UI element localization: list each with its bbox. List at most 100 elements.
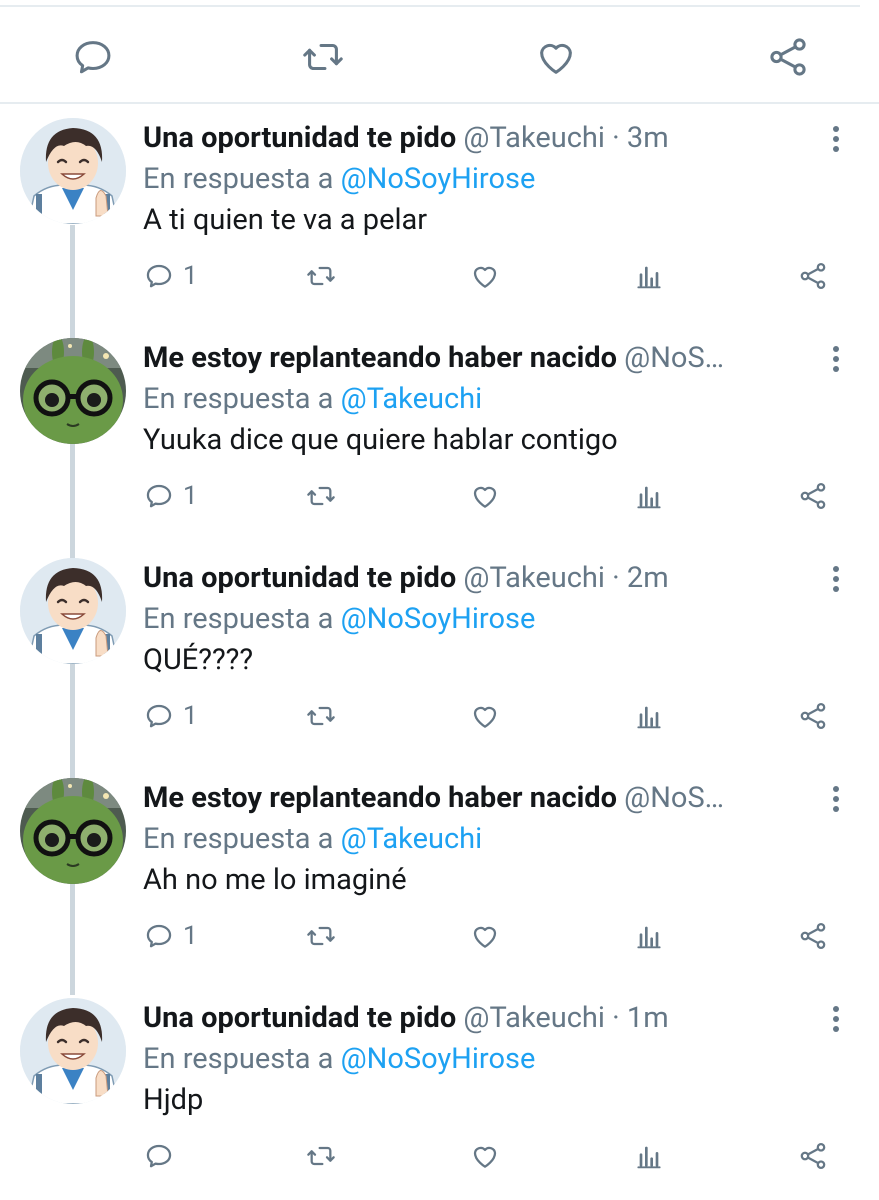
share-button[interactable] — [797, 256, 829, 296]
tweet-text: Yuuka dice que quiere hablar contigo — [143, 423, 618, 457]
avatar[interactable] — [20, 338, 126, 444]
reply-button[interactable]: 1 — [143, 696, 198, 736]
reply-mention-link[interactable]: @Takeuchi — [341, 382, 483, 416]
like-button[interactable] — [469, 916, 501, 956]
reply-mention-link[interactable]: @Takeuchi — [341, 822, 483, 856]
like-icon — [473, 1146, 497, 1168]
reply-prefix-label: En respuesta a — [143, 382, 341, 416]
retweet-button[interactable] — [305, 476, 337, 516]
analytics-button[interactable] — [633, 916, 665, 956]
like-button[interactable] — [469, 256, 501, 296]
avatar[interactable] — [20, 778, 126, 884]
timestamp[interactable]: 2m — [627, 561, 669, 595]
reply-icon[interactable] — [70, 34, 116, 80]
like-icon[interactable] — [533, 34, 579, 80]
timestamp[interactable]: 1m — [627, 1001, 669, 1035]
user-handle[interactable]: @Takeuchi — [463, 561, 605, 595]
reply-tweet[interactable]: Una oportunidad te pido @Takeuchi · 1m E… — [0, 984, 879, 1200]
retweet-button[interactable] — [305, 696, 337, 736]
analytics-button[interactable] — [633, 1136, 665, 1176]
retweet-icon — [307, 706, 335, 726]
time-separator: · — [612, 121, 620, 155]
tweet-action-bar: 1 — [0, 696, 879, 736]
user-handle[interactable]: @Takeuchi — [463, 121, 605, 155]
reply-icon — [146, 264, 172, 288]
share-icon — [800, 702, 826, 730]
reply-tweet[interactable]: Una oportunidad te pido @Takeuchi · 3m E… — [0, 104, 879, 324]
like-button[interactable] — [469, 1136, 501, 1176]
avatar[interactable] — [20, 118, 126, 224]
more-options-icon[interactable] — [825, 786, 847, 820]
like-button[interactable] — [469, 696, 501, 736]
top-divider — [0, 5, 860, 7]
reply-tweet[interactable]: Me estoy replanteando haber nacido @NoS…… — [0, 324, 879, 544]
share-button[interactable] — [797, 916, 829, 956]
user-handle[interactable]: @Takeuchi — [463, 1001, 605, 1035]
reply-mention-link[interactable]: @NoSoyHirose — [341, 162, 536, 196]
reply-button[interactable]: 1 — [143, 916, 198, 956]
tweet-text: Ah no me lo imaginé — [143, 863, 407, 897]
reply-icon — [146, 704, 172, 728]
avatar[interactable] — [20, 998, 126, 1104]
reply-count: 1 — [183, 481, 198, 511]
retweet-icon — [307, 1146, 335, 1166]
tweet-header: Una oportunidad te pido @Takeuchi · 3m — [143, 118, 823, 158]
tweet-action-bar: 1 — [0, 916, 879, 956]
retweet-button[interactable] — [305, 256, 337, 296]
display-name[interactable]: Me estoy replanteando haber nacido — [143, 781, 617, 815]
reply-icon — [146, 1144, 172, 1168]
analytics-icon — [637, 266, 661, 289]
reply-prefix-label: En respuesta a — [143, 602, 341, 636]
like-icon — [473, 266, 497, 288]
share-button[interactable] — [797, 1136, 829, 1176]
more-options-icon[interactable] — [825, 346, 847, 380]
anime-boy-avatar-art — [20, 118, 126, 224]
reply-mention-link[interactable]: @NoSoyHirose — [341, 1042, 536, 1076]
reply-count: 1 — [183, 261, 198, 291]
tweet-action-bar — [0, 1136, 879, 1176]
retweet-button[interactable] — [305, 1136, 337, 1176]
reply-context: En respuesta a @Takeuchi — [143, 820, 482, 858]
reply-tweet[interactable]: Me estoy replanteando haber nacido @NoS…… — [0, 764, 879, 984]
reply-button[interactable] — [143, 1136, 183, 1176]
display-name[interactable]: Una oportunidad te pido — [143, 121, 456, 155]
analytics-icon — [637, 486, 661, 509]
analytics-icon — [637, 926, 661, 949]
analytics-button[interactable] — [633, 696, 665, 736]
more-options-icon[interactable] — [825, 126, 847, 160]
reply-prefix-label: En respuesta a — [143, 1042, 341, 1076]
retweet-button[interactable] — [305, 916, 337, 956]
user-handle[interactable]: @NoS… — [624, 341, 724, 375]
like-button[interactable] — [469, 476, 501, 516]
display-name[interactable]: Una oportunidad te pido — [143, 1001, 456, 1035]
reply-count: 1 — [183, 701, 198, 731]
tweet-header: Una oportunidad te pido @Takeuchi · 2m — [143, 558, 823, 598]
share-icon[interactable] — [765, 34, 811, 80]
reply-mention-link[interactable]: @NoSoyHirose — [341, 602, 536, 636]
retweet-icon — [307, 266, 335, 286]
display-name[interactable]: Una oportunidad te pido — [143, 561, 456, 595]
green-plush-glasses-avatar-art — [20, 778, 126, 884]
reply-button[interactable]: 1 — [143, 256, 198, 296]
tweet-header: Una oportunidad te pido @Takeuchi · 1m — [143, 998, 823, 1038]
avatar[interactable] — [20, 558, 126, 664]
more-options-icon[interactable] — [825, 566, 847, 600]
user-handle[interactable]: @NoS… — [624, 781, 724, 815]
retweet-icon[interactable] — [300, 34, 346, 80]
share-button[interactable] — [797, 476, 829, 516]
timestamp[interactable]: 3m — [627, 121, 669, 155]
share-button[interactable] — [797, 696, 829, 736]
more-options-icon[interactable] — [825, 1006, 847, 1040]
analytics-button[interactable] — [633, 476, 665, 516]
reply-context: En respuesta a @NoSoyHirose — [143, 160, 535, 198]
display-name[interactable]: Me estoy replanteando haber nacido — [143, 341, 617, 375]
tweet-text: Hjdp — [143, 1083, 204, 1117]
reply-tweet[interactable]: Una oportunidad te pido @Takeuchi · 2m E… — [0, 544, 879, 764]
tweet-header: Me estoy replanteando haber nacido @NoS… — [143, 338, 823, 378]
reply-button[interactable]: 1 — [143, 476, 198, 516]
analytics-button[interactable] — [633, 256, 665, 296]
reply-icon — [146, 924, 172, 948]
anime-boy-avatar-art — [20, 558, 126, 664]
share-icon — [800, 1142, 826, 1170]
anime-boy-avatar-art — [20, 998, 126, 1104]
